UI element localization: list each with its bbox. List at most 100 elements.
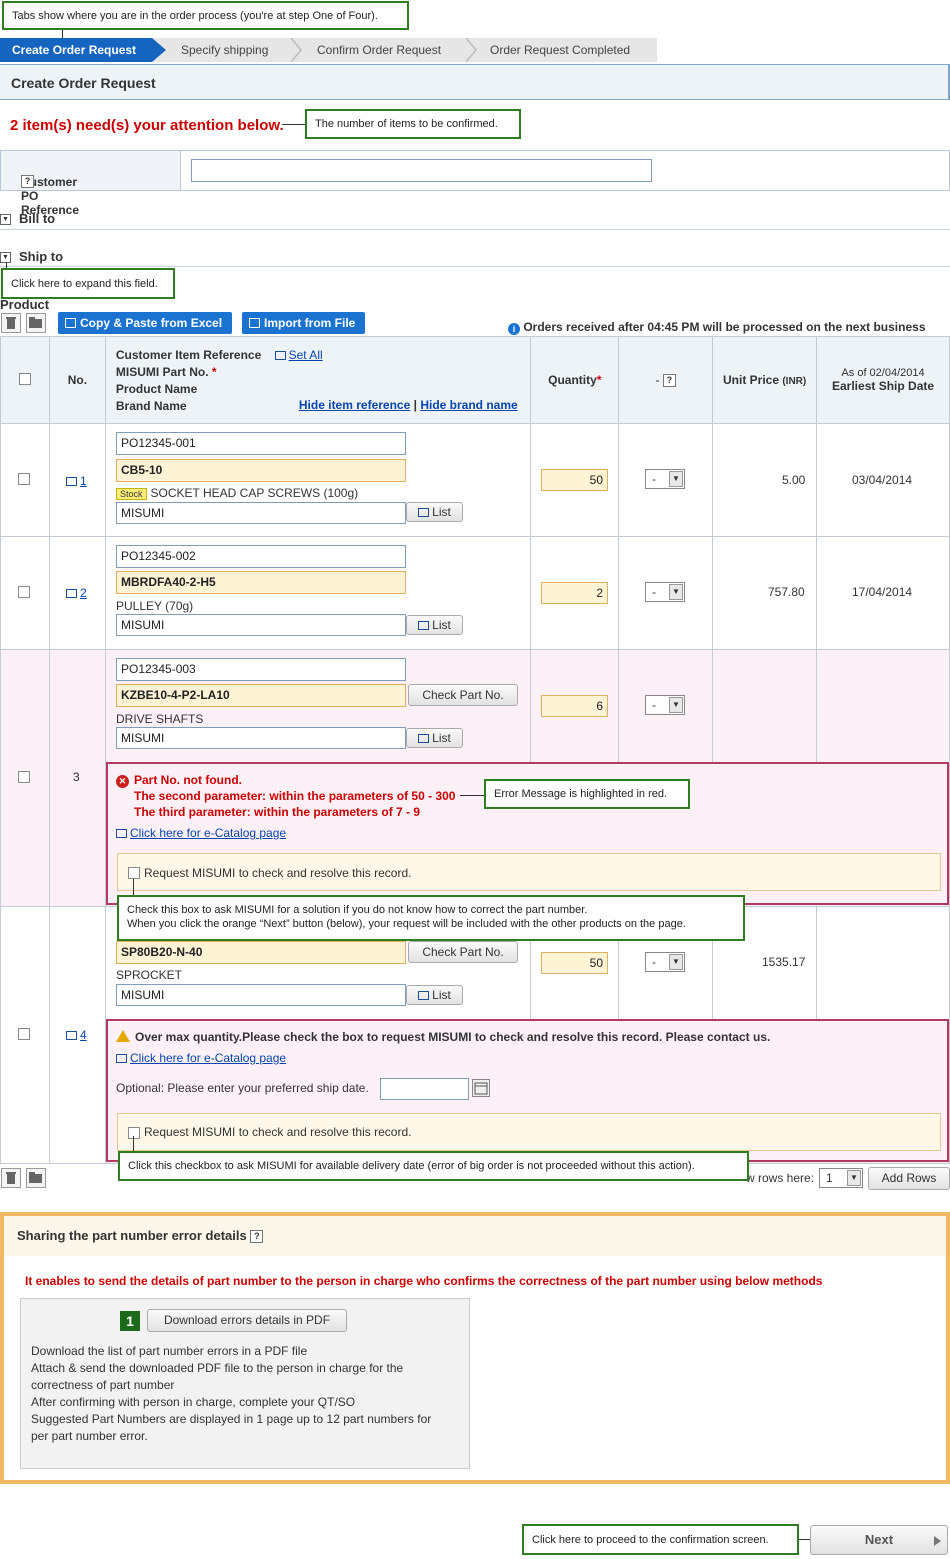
download-description: Download the list of part number errors …	[31, 1344, 432, 1443]
expand-triangle-icon[interactable]: ▼	[0, 214, 11, 226]
rows-count-select[interactable]: 1 ▼	[819, 1168, 863, 1188]
callout-delivery: Click this checkbox to ask MISUMI for av…	[118, 1151, 749, 1181]
list-button[interactable]: List	[406, 985, 463, 1005]
delete-icon[interactable]	[1, 1168, 21, 1188]
set-all-link[interactable]: Set All	[289, 348, 323, 362]
import-file-button[interactable]: Import from File	[242, 312, 365, 334]
option-select[interactable]: - ▼	[645, 469, 685, 489]
list-button[interactable]: List	[406, 615, 463, 635]
customer-item-ref-input[interactable]: PO12345-003	[116, 658, 406, 681]
callout-items-count: The number of items to be confirmed.	[305, 109, 521, 139]
row-checkbox[interactable]	[18, 586, 30, 598]
step-badge: 1	[120, 1311, 140, 1331]
sharing-subtitle: It enables to send the details of part n…	[25, 1274, 823, 1288]
col-part-no: MISUMI Part No.	[115, 365, 209, 379]
help-icon[interactable]: ?	[662, 374, 676, 388]
quantity-input[interactable]: 6	[541, 695, 608, 717]
next-button[interactable]: Next	[810, 1525, 948, 1555]
bill-to-toggle[interactable]: ▼ Bill to	[0, 211, 55, 226]
select-all-checkbox[interactable]	[18, 372, 31, 385]
col-ship-date: As of 02/04/2014 Earliest Ship Date	[816, 336, 950, 424]
request-check-box: Request MISUMI to check and resolve this…	[117, 853, 941, 891]
window-icon	[116, 829, 127, 839]
calendar-icon[interactable]	[472, 1079, 490, 1097]
option-select[interactable]: - ▼	[645, 952, 685, 972]
ship-date: 03/04/2014	[852, 473, 913, 487]
callout-proceed: Click here to proceed to the confirmatio…	[522, 1524, 799, 1555]
customer-item-ref-input[interactable]: PO12345-001	[116, 432, 406, 455]
quantity-input[interactable]: 2	[541, 582, 608, 604]
customer-item-ref-input[interactable]: PO12345-002	[116, 545, 406, 568]
part-number-input[interactable]: KZBE10-4-P2-LA10	[116, 684, 406, 707]
dropdown-arrow-icon: ▼	[847, 1170, 861, 1186]
e-catalog-link[interactable]: Click here for e-Catalog page	[116, 826, 286, 840]
option-select[interactable]: - ▼	[645, 695, 685, 715]
error-line: The second parameter: within the paramet…	[134, 789, 456, 803]
delete-icon[interactable]	[1, 313, 21, 333]
window-icon	[66, 1031, 77, 1041]
product-name: Stock SOCKET HEAD CAP SCREWS (100g)	[116, 486, 358, 500]
quantity-input[interactable]: 50	[541, 952, 608, 974]
col-brand-name: Brand Name	[115, 399, 187, 413]
row-number-link[interactable]: 4	[66, 1028, 87, 1042]
warning-icon	[116, 1030, 130, 1042]
part-number-input[interactable]: MBRDFA40-2-H5	[116, 571, 406, 594]
dropdown-arrow-icon: ▼	[669, 471, 683, 487]
next-arrow-icon	[934, 1536, 941, 1546]
part-number-input[interactable]: SP80B20-N-40	[116, 941, 406, 964]
help-icon[interactable]: ?	[250, 1230, 264, 1244]
check-part-no-button[interactable]: Check Part No.	[408, 941, 518, 963]
hide-brand-name-link[interactable]: Hide brand name	[420, 398, 517, 412]
brand-input[interactable]: MISUMI	[116, 984, 406, 1006]
brand-input[interactable]: MISUMI	[116, 614, 406, 636]
step-create-order[interactable]: Create Order Request	[0, 38, 152, 62]
col-customer-item-ref: Customer Item Reference	[115, 348, 262, 362]
dropdown-arrow-icon: ▼	[669, 954, 683, 970]
folder-icon[interactable]	[26, 1168, 46, 1188]
part-number-input[interactable]: CB5-10	[116, 459, 406, 482]
row-number: 3	[73, 770, 80, 784]
folder-icon[interactable]	[26, 313, 46, 333]
help-icon[interactable]: ?	[21, 175, 34, 188]
brand-input[interactable]: MISUMI	[116, 502, 406, 524]
step-arrow-icon	[152, 38, 166, 62]
attention-message: 2 item(s) need(s) your attention below.	[10, 117, 284, 134]
option-select[interactable]: - ▼	[645, 582, 685, 602]
preferred-ship-date-input[interactable]	[380, 1078, 469, 1100]
product-heading: Product	[0, 297, 50, 312]
row-checkbox[interactable]	[18, 1028, 30, 1040]
check-part-no-button[interactable]: Check Part No.	[408, 684, 518, 706]
copy-paste-excel-button[interactable]: Copy & Paste from Excel	[58, 312, 232, 334]
unit-price: 1535.17	[762, 955, 806, 969]
error-title: Part No. not found.	[134, 773, 242, 787]
error-title: Over max quantity.Please check the box t…	[135, 1030, 771, 1044]
list-button[interactable]: List	[406, 502, 463, 522]
col-option: - ?	[618, 336, 714, 424]
hide-item-reference-link[interactable]: Hide item reference	[299, 398, 410, 412]
window-icon	[418, 621, 430, 631]
step-divider-icon	[290, 38, 302, 62]
callout-error-message: Error Message is highlighted in red.	[484, 779, 690, 809]
request-resolve-checkbox[interactable]	[128, 1127, 140, 1139]
dropdown-arrow-icon: ▼	[669, 584, 683, 600]
add-rows-button[interactable]: Add Rows	[868, 1167, 950, 1190]
download-pdf-button[interactable]: Download errors details in PDF	[147, 1309, 347, 1332]
po-reference-input[interactable]	[191, 159, 652, 182]
row-checkbox[interactable]	[18, 473, 30, 485]
row-checkbox[interactable]	[18, 771, 30, 783]
e-catalog-link[interactable]: Click here for e-Catalog page	[116, 1051, 286, 1065]
list-button[interactable]: List	[406, 728, 463, 748]
quantity-input[interactable]: 50	[541, 469, 608, 491]
product-name: PULLEY (70g)	[116, 599, 194, 613]
ship-date-prompt: Optional: Please enter your preferred sh…	[116, 1081, 369, 1095]
ship-to-toggle[interactable]: ▼ Ship to	[0, 249, 63, 264]
row-number-link[interactable]: 2	[66, 586, 87, 600]
brand-input[interactable]: MISUMI	[116, 727, 406, 749]
step-confirm-order: Confirm Order Request	[317, 43, 442, 57]
ship-date: 17/04/2014	[852, 585, 913, 599]
page-header: Create Order Request	[0, 64, 950, 100]
unit-price: 5.00	[782, 473, 806, 487]
request-resolve-checkbox[interactable]	[128, 867, 140, 879]
row-number-link[interactable]: 1	[66, 474, 87, 488]
sharing-title: Sharing the part number error details ?	[17, 1228, 264, 1244]
